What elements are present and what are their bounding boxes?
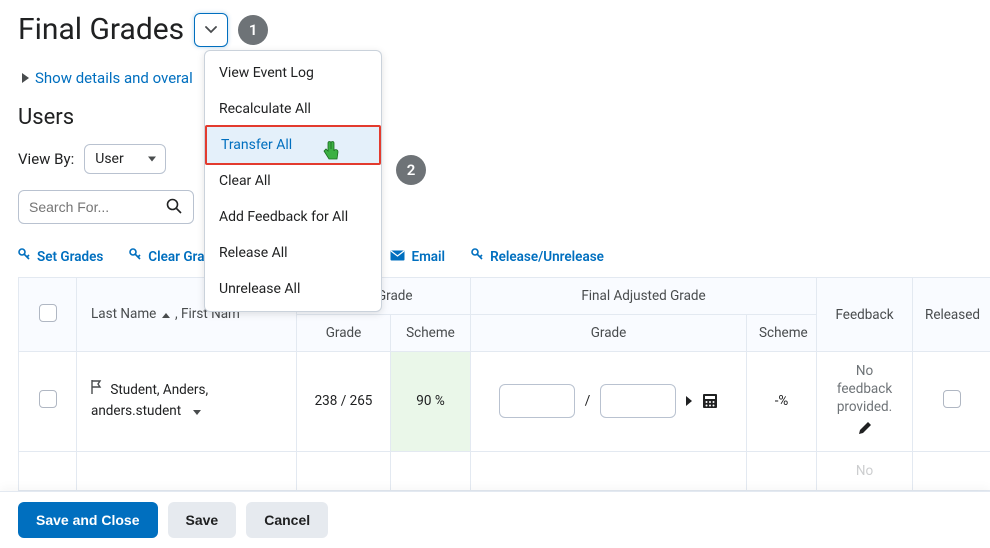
users-heading: Users [18, 97, 972, 144]
menu-clear-all[interactable]: Clear All [205, 163, 381, 199]
set-grades-action[interactable]: Set Grades [18, 248, 103, 265]
cursor-hand-icon [322, 141, 340, 165]
grades-actions-dropdown-button[interactable] [194, 13, 228, 47]
menu-view-event-log[interactable]: View Event Log [205, 55, 381, 91]
view-by-label: View By: [18, 150, 74, 168]
release-unrelease-action[interactable]: Release/Unrelease [471, 248, 604, 265]
edit-feedback-icon[interactable] [857, 421, 872, 441]
menu-add-feedback-all[interactable]: Add Feedback for All [205, 199, 381, 235]
cancel-button[interactable]: Cancel [246, 502, 328, 538]
clear-grades-action[interactable]: Clear Gra [129, 248, 204, 265]
search-icon[interactable] [166, 198, 182, 218]
slash-divider: / [585, 393, 591, 409]
page-title: Final Grades [18, 12, 184, 47]
col-subheader-grade: Grade [297, 315, 391, 352]
calculator-icon[interactable] [702, 393, 718, 409]
name-header-part1: Last Name [91, 306, 160, 322]
menu-transfer-all-label: Transfer All [221, 137, 292, 153]
row-checkbox[interactable] [39, 390, 57, 408]
footer-bar: Save and Close Save Cancel [0, 491, 990, 548]
calculated-scheme-cell: 90 % [391, 352, 471, 452]
table-row: Student, Anders, anders.student 238 / 26… [19, 352, 990, 452]
select-all-checkbox[interactable] [39, 304, 57, 322]
release-label: Release/Unrelease [490, 249, 604, 265]
chevron-down-icon[interactable] [193, 410, 201, 415]
save-and-close-button[interactable]: Save and Close [18, 502, 158, 538]
email-label: Email [411, 249, 445, 265]
adjusted-grade-inputs: / [499, 384, 719, 418]
feedback-text: No feedback provided. [837, 363, 892, 415]
triangle-right-icon [22, 73, 29, 83]
col-subheader-adj-grade: Grade [471, 315, 747, 352]
calculated-grade-cell: 238 / 265 [297, 352, 391, 452]
set-grades-label: Set Grades [37, 249, 103, 265]
step-marker-1: 1 [238, 15, 268, 45]
email-action[interactable]: Email [390, 248, 445, 265]
show-details-label: Show details and overal [35, 69, 193, 87]
student-name-line2: anders.student [91, 403, 181, 419]
step-marker-2: 2 [396, 155, 426, 185]
grades-actions-menu: View Event Log Recalculate All Transfer … [204, 50, 382, 312]
menu-release-all[interactable]: Release All [205, 235, 381, 271]
sort-ascending-icon [162, 313, 170, 318]
chevron-down-icon [205, 22, 217, 37]
table-row: No [19, 451, 990, 490]
col-header-feedback: Feedback [817, 278, 913, 352]
menu-recalculate-all[interactable]: Recalculate All [205, 91, 381, 127]
adjusted-numerator-input[interactable] [499, 384, 575, 418]
menu-transfer-all[interactable]: Transfer All [205, 125, 381, 165]
clear-grades-label: Clear Gra [148, 249, 204, 265]
adjusted-denominator-input[interactable] [600, 384, 676, 418]
col-header-final-adjusted: Final Adjusted Grade [471, 278, 817, 315]
col-header-released: Released [913, 278, 990, 352]
flag-icon [91, 380, 103, 402]
grades-table: Last Name , First Nam ted Grade Final Ad… [18, 277, 990, 491]
key-icon [129, 248, 142, 265]
save-button[interactable]: Save [168, 502, 237, 538]
chevron-right-icon[interactable] [686, 396, 692, 406]
student-name-line1: Student, Anders, [110, 382, 208, 398]
feedback-text: No [856, 463, 873, 479]
show-details-link[interactable]: Show details and overal [18, 47, 972, 97]
key-icon [18, 248, 31, 265]
released-checkbox[interactable] [943, 390, 961, 408]
adjusted-scheme-cell: -% [747, 352, 817, 452]
col-subheader-adj-scheme: Scheme [747, 315, 817, 352]
col-subheader-scheme: Scheme [391, 315, 471, 352]
envelope-icon [390, 249, 405, 265]
view-by-select[interactable]: User [84, 144, 166, 174]
menu-unrelease-all[interactable]: Unrelease All [205, 271, 381, 307]
key-icon [471, 248, 484, 265]
